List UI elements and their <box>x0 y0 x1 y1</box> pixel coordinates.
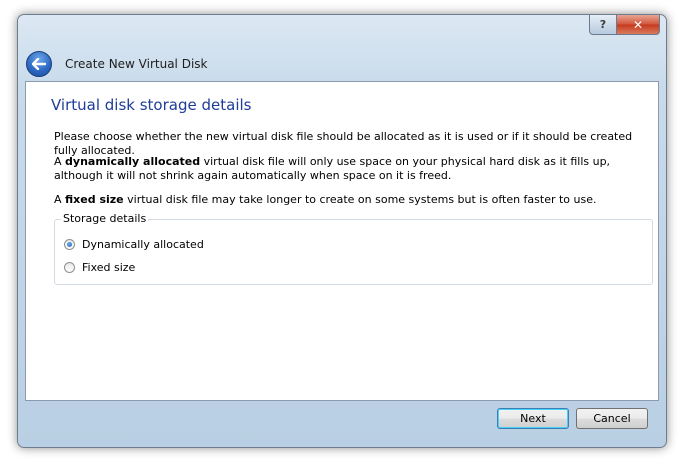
radio-dynamically-allocated[interactable]: Dynamically allocated <box>64 238 204 251</box>
arrow-left-icon <box>32 58 46 70</box>
fixed-description: A fixed size virtual disk file may take … <box>54 193 644 207</box>
radio-button-unchecked[interactable] <box>64 262 75 273</box>
storage-details-group: Storage details Dynamically allocated Fi… <box>54 212 653 285</box>
wizard-window: ? ✕ Create New Virtual Disk Virtual disk… <box>17 14 667 448</box>
help-button[interactable]: ? <box>589 15 617 35</box>
dialog-title: Create New Virtual Disk <box>65 57 208 71</box>
dynamic-bold-term: dynamically allocated <box>65 155 201 168</box>
fixed-prefix: A <box>54 193 66 206</box>
next-button[interactable]: Next <box>497 408 569 429</box>
group-legend: Storage details <box>61 212 149 225</box>
page-title: Virtual disk storage details <box>51 96 252 114</box>
radio-label: Dynamically allocated <box>82 238 204 251</box>
fixed-rest: virtual disk file may take longer to cre… <box>123 193 597 206</box>
fixed-bold-term: fixed size <box>65 193 124 206</box>
back-button[interactable] <box>26 51 52 77</box>
intro-text: Please choose whether the new virtual di… <box>54 130 633 157</box>
dynamic-prefix: A <box>54 155 66 168</box>
radio-label: Fixed size <box>82 261 136 274</box>
cancel-button[interactable]: Cancel <box>576 408 648 429</box>
wizard-footer: Next Cancel <box>25 399 659 439</box>
radio-fixed-size[interactable]: Fixed size <box>64 261 135 274</box>
title-bar-controls: ? ✕ <box>589 15 660 35</box>
dynamic-description: A dynamically allocated virtual disk fil… <box>54 155 644 183</box>
wizard-header: Create New Virtual Disk <box>26 49 207 79</box>
wizard-content: Virtual disk storage details Please choo… <box>25 81 659 401</box>
radio-button-checked[interactable] <box>64 239 75 250</box>
close-button[interactable]: ✕ <box>617 15 660 35</box>
